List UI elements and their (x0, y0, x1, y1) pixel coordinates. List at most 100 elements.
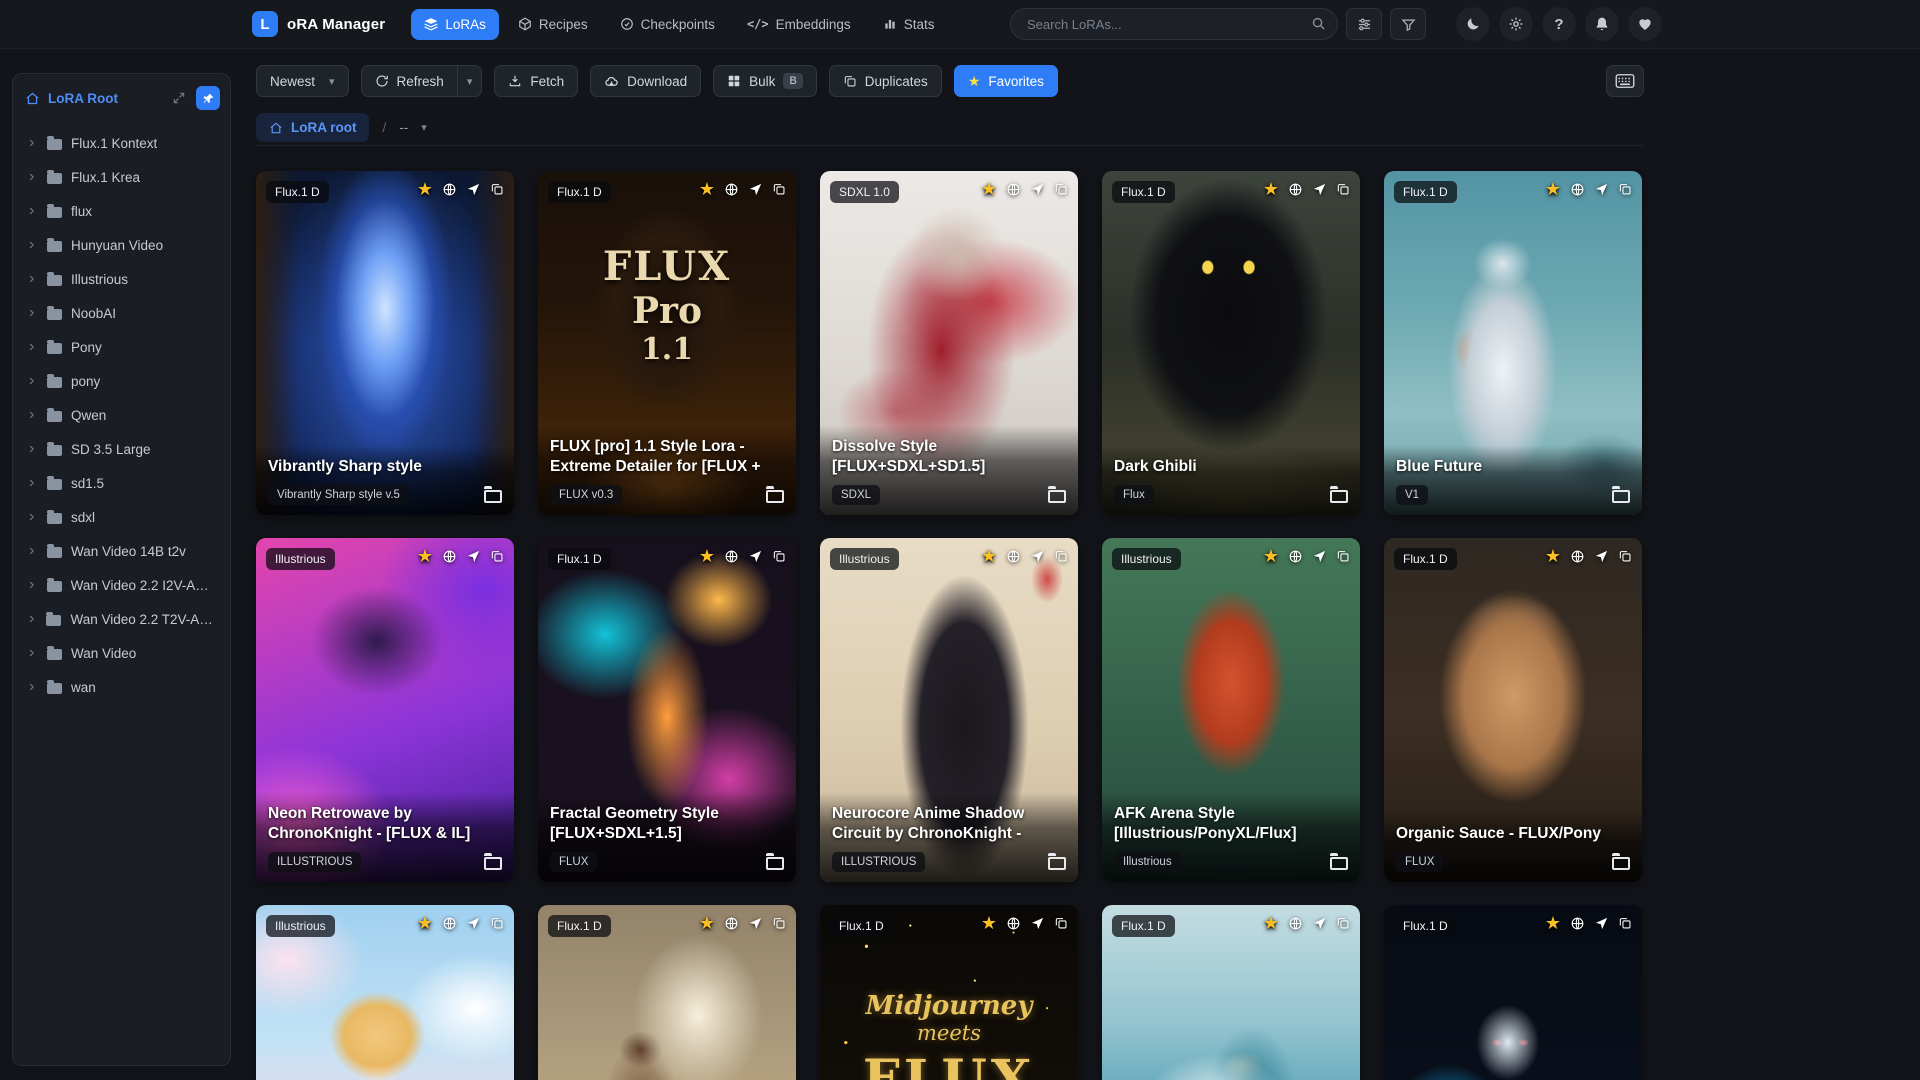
chevron-right-icon[interactable]: › (29, 135, 38, 151)
copy-icon[interactable] (772, 916, 786, 930)
nav-tab-checkpoints[interactable]: Checkpoints (607, 9, 728, 40)
sidebar-folder-item[interactable]: › wan (20, 670, 223, 704)
chevron-right-icon[interactable]: › (29, 237, 38, 253)
lora-card[interactable]: Illustrious ★ (256, 905, 514, 1080)
lora-card[interactable]: Illustrious ★ AFK Arena Style [Illustrio… (1102, 538, 1360, 882)
favorite-star-icon[interactable]: ★ (1263, 180, 1279, 198)
send-icon[interactable] (466, 549, 481, 564)
folder-icon[interactable] (484, 853, 502, 870)
sidebar-folder-item[interactable]: › Flux.1 Kontext (20, 126, 223, 160)
send-icon[interactable] (1030, 182, 1045, 197)
fetch-button[interactable]: Fetch (494, 65, 579, 97)
send-icon[interactable] (748, 549, 763, 564)
sidebar-folder-item[interactable]: › flux (20, 194, 223, 228)
sidebar-folder-item[interactable]: › Pony (20, 330, 223, 364)
send-icon[interactable] (466, 182, 481, 197)
send-icon[interactable] (1312, 182, 1327, 197)
support-button[interactable] (1628, 7, 1662, 41)
chevron-right-icon[interactable]: › (29, 373, 38, 389)
send-icon[interactable] (466, 916, 481, 931)
favorite-star-icon[interactable]: ★ (981, 180, 997, 198)
lora-card[interactable]: Flux.1 D ★ Vibrantly Sharp style Vibrant… (256, 171, 514, 515)
favorite-star-icon[interactable]: ★ (417, 914, 433, 932)
sidebar-folder-item[interactable]: › Wan Video (20, 636, 223, 670)
filter-button[interactable] (1390, 8, 1426, 40)
copy-icon[interactable] (1618, 916, 1632, 930)
favorite-star-icon[interactable]: ★ (1545, 547, 1561, 565)
chevron-right-icon[interactable]: › (29, 543, 38, 559)
nav-tab-recipes[interactable]: Recipes (505, 9, 601, 40)
favorite-star-icon[interactable]: ★ (1545, 180, 1561, 198)
duplicates-button[interactable]: Duplicates (828, 65, 942, 97)
folder-icon[interactable] (766, 486, 784, 503)
nav-tab-stats[interactable]: Stats (870, 9, 948, 40)
keyboard-shortcuts-button[interactable] (1606, 65, 1644, 97)
globe-icon[interactable] (1006, 549, 1021, 564)
notifications-button[interactable] (1585, 7, 1619, 41)
lora-card[interactable]: Flux.1 D ★ Fractal Geometry Style [FLUX+… (538, 538, 796, 882)
folder-icon[interactable] (1048, 853, 1066, 870)
lora-card[interactable]: SDXL 1.0 ★ Dissolve Style [FLUX+SDXL+SD1… (820, 171, 1078, 515)
globe-icon[interactable] (442, 549, 457, 564)
nav-tab-loras[interactable]: LoRAs (411, 8, 499, 40)
favorite-star-icon[interactable]: ★ (417, 180, 433, 198)
copy-icon[interactable] (1336, 549, 1350, 563)
globe-icon[interactable] (1006, 916, 1021, 931)
favorites-filter-button[interactable]: ★ Favorites (953, 65, 1058, 97)
globe-icon[interactable] (1006, 182, 1021, 197)
folder-icon[interactable] (766, 853, 784, 870)
send-icon[interactable] (748, 916, 763, 931)
favorite-star-icon[interactable]: ★ (981, 547, 997, 565)
send-icon[interactable] (1594, 549, 1609, 564)
globe-icon[interactable] (1288, 549, 1303, 564)
chevron-right-icon[interactable]: › (29, 475, 38, 491)
send-icon[interactable] (1030, 916, 1045, 931)
app-logo[interactable]: L oRA Manager (252, 11, 385, 37)
folder-icon[interactable] (1048, 486, 1066, 503)
copy-icon[interactable] (490, 182, 504, 196)
send-icon[interactable] (1312, 916, 1327, 931)
sidebar-folder-item[interactable]: › Hunyuan Video (20, 228, 223, 262)
expand-all-button[interactable] (170, 89, 188, 107)
chevron-right-icon[interactable]: › (29, 611, 37, 627)
copy-icon[interactable] (1618, 182, 1632, 196)
lora-card[interactable]: Flux.1 D ★ Dark Ghibli Flux (1102, 171, 1360, 515)
globe-icon[interactable] (724, 182, 739, 197)
folder-icon[interactable] (1612, 486, 1630, 503)
folder-icon[interactable] (1612, 853, 1630, 870)
send-icon[interactable] (1030, 549, 1045, 564)
chevron-right-icon[interactable]: › (29, 441, 38, 457)
copy-icon[interactable] (772, 182, 786, 196)
copy-icon[interactable] (772, 549, 786, 563)
copy-icon[interactable] (1336, 916, 1350, 930)
sidebar-folder-item[interactable]: › Wan Video 2.2 I2V-A14B (20, 568, 223, 602)
copy-icon[interactable] (1054, 916, 1068, 930)
sort-options-button[interactable] (1346, 8, 1382, 40)
breadcrumb-root[interactable]: LoRA root (256, 113, 370, 142)
chevron-right-icon[interactable]: › (29, 305, 38, 321)
send-icon[interactable] (1594, 182, 1609, 197)
lora-card[interactable]: Flux.1 D ★ (538, 905, 796, 1080)
chevron-right-icon[interactable]: › (29, 509, 38, 525)
pin-sidebar-button[interactable] (196, 86, 220, 110)
nav-tab-embeddings[interactable]: </> Embeddings (734, 9, 864, 40)
send-icon[interactable] (1312, 549, 1327, 564)
lora-card[interactable]: Illustrious ★ Neurocore Anime Shadow Cir… (820, 538, 1078, 882)
globe-icon[interactable] (1570, 182, 1585, 197)
send-icon[interactable] (748, 182, 763, 197)
sidebar-folder-item[interactable]: › NoobAI (20, 296, 223, 330)
copy-icon[interactable] (1336, 182, 1350, 196)
copy-icon[interactable] (1054, 182, 1068, 196)
sidebar-folder-item[interactable]: › Qwen (20, 398, 223, 432)
globe-icon[interactable] (724, 549, 739, 564)
sidebar-folder-item[interactable]: › Flux.1 Krea (20, 160, 223, 194)
favorite-star-icon[interactable]: ★ (699, 547, 715, 565)
lora-card[interactable]: Flux.1 D ★ (1384, 905, 1642, 1080)
folder-icon[interactable] (1330, 486, 1348, 503)
chevron-right-icon[interactable]: › (29, 679, 38, 695)
favorite-star-icon[interactable]: ★ (1263, 914, 1279, 932)
globe-icon[interactable] (1288, 182, 1303, 197)
copy-icon[interactable] (490, 549, 504, 563)
settings-button[interactable] (1499, 7, 1533, 41)
chevron-right-icon[interactable]: › (29, 203, 38, 219)
